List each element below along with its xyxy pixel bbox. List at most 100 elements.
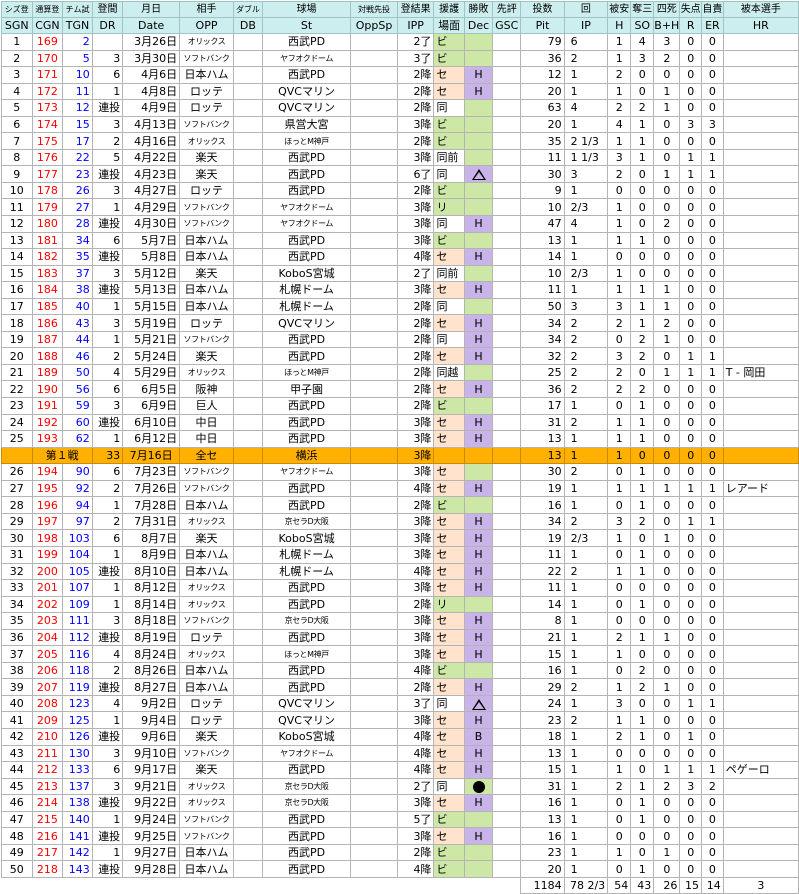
game-er: 0 [701, 579, 724, 597]
game-bh: 0 [653, 231, 681, 250]
game-date: 4月9日 [122, 99, 181, 117]
game-date: 4月22日 [122, 148, 181, 167]
game-gsc [492, 347, 522, 365]
game-h: 1 [607, 562, 632, 581]
game-stadium: 西武PD [261, 595, 352, 614]
game-gsc [492, 777, 522, 796]
game-db [232, 248, 264, 266]
game-pit: 14 [520, 595, 565, 614]
game-opp: ソフトバンク [179, 330, 234, 349]
game-hr [722, 347, 799, 365]
game-dec: H [463, 347, 494, 365]
game-row: 42 210 126 連投 9月6日 楽天 KoboS宮城 4降セ B 18 1 2 1 0 1 0 [1, 727, 799, 746]
game-hr [722, 314, 799, 332]
game-bh: 0 [653, 661, 681, 680]
game-dr: 連投 [91, 248, 124, 266]
game-db [232, 165, 264, 183]
game-gsc [492, 33, 522, 51]
game-bh: 0 [653, 562, 681, 581]
game-dec [463, 231, 494, 250]
game-dec [463, 99, 494, 117]
game-row: 12 180 28 連投 4月30日 ソフトバンク ヤフオクドーム 3降同 H 47 4 1 0 2 0 0 [1, 215, 799, 233]
game-scene: 同 [433, 777, 465, 796]
allstar-section: 第１戦 33 7月16日 全セ 横浜 3降 13 1 1 0 0 0 0 [1, 446, 799, 465]
game-row: 24 192 60 連投 6月10日 中日 西武PD 3降セ H 31 2 1 1 0 0 0 [1, 413, 799, 432]
game-ip: 1 [563, 248, 609, 266]
game-db [232, 827, 264, 845]
allstar-gsc [492, 446, 522, 465]
game-stadium: 西武PD [261, 496, 352, 514]
game-row: 13 181 34 6 5月7日 日本ハム 西武PD 3降ビ 13 1 1 1 0 0 0 [1, 231, 799, 250]
game-cgn: 178 [31, 181, 64, 200]
game-tgn: 27 [62, 198, 93, 217]
game-oppsp [350, 281, 398, 299]
game-cgn: 197 [31, 512, 64, 531]
game-db [232, 645, 264, 663]
allstar-scene [433, 446, 465, 465]
game-cgn: 172 [31, 82, 64, 101]
game-tgn: 138 [62, 794, 93, 812]
win-circle-icon [473, 136, 485, 148]
game-date: 8月26日 [122, 661, 181, 680]
game-h: 1 [607, 711, 632, 729]
game-ipp: 3降 [396, 215, 435, 233]
game-er: 0 [701, 843, 724, 862]
game-date: 4月27日 [122, 181, 181, 200]
win-circle-icon [473, 301, 485, 313]
game-oppsp [350, 363, 398, 382]
game-er: 2 [701, 777, 724, 796]
game-date: 5月29日 [122, 363, 181, 382]
game-pit: 36 [520, 49, 565, 68]
game-dec [463, 148, 494, 167]
game-cgn: 214 [31, 794, 64, 812]
game-tgn: 90 [62, 463, 93, 481]
game-pit: 20 [520, 860, 565, 878]
game-gsc [492, 628, 522, 647]
game-hr [722, 794, 799, 812]
header-jp-13: 投数 [520, 1, 565, 18]
game-r: 0 [679, 595, 703, 614]
game-oppsp [350, 297, 398, 316]
game-ip: 1 [563, 595, 609, 614]
game-gsc [492, 314, 522, 332]
game-oppsp [350, 82, 398, 101]
game-r: 1 [679, 694, 703, 713]
game-scene: セ [433, 512, 465, 531]
game-gsc [492, 661, 522, 680]
game-db [232, 661, 264, 680]
allstar-ipp: 3降 [396, 446, 435, 465]
game-date: 9月4日 [122, 711, 181, 729]
game-scene: セ [433, 529, 465, 547]
game-hr [722, 148, 799, 167]
game-hr [722, 694, 799, 713]
game-oppsp [350, 860, 398, 878]
game-er: 0 [701, 810, 724, 829]
game-oppsp [350, 512, 398, 531]
game-r: 1 [679, 363, 703, 382]
win-circle-icon [473, 367, 485, 379]
game-sgn: 30 [1, 529, 33, 547]
game-r: 0 [679, 198, 703, 217]
game-er: 0 [701, 397, 724, 415]
header-jp-20: 被本選手 [722, 1, 799, 18]
game-dr: 1 [91, 843, 124, 862]
game-scene: ビ [433, 496, 465, 514]
game-tgn: 34 [62, 231, 93, 250]
game-gsc [492, 198, 522, 217]
game-date: 4月29日 [122, 198, 181, 217]
game-r: 0 [679, 744, 703, 763]
game-row: 44 212 133 6 9月17日 楽天 西武PD 4降セ H 15 1 1 0 1 1 1 ペゲーロ [1, 761, 799, 779]
game-tgn: 105 [62, 562, 93, 581]
game-r: 0 [679, 562, 703, 581]
game-sgn: 39 [1, 678, 33, 696]
game-stadium: ヤフオクドーム [261, 463, 352, 481]
game-ipp: 2了 [396, 777, 435, 796]
game-dr: 3 [91, 314, 124, 332]
game-oppsp [350, 727, 398, 746]
game-dec: H [463, 827, 494, 845]
game-date: 9月6日 [122, 727, 181, 746]
game-opp: 日本ハム [179, 248, 234, 266]
game-so: 0 [630, 264, 655, 283]
game-scene: ビ [433, 860, 465, 878]
game-sgn: 19 [1, 330, 33, 349]
